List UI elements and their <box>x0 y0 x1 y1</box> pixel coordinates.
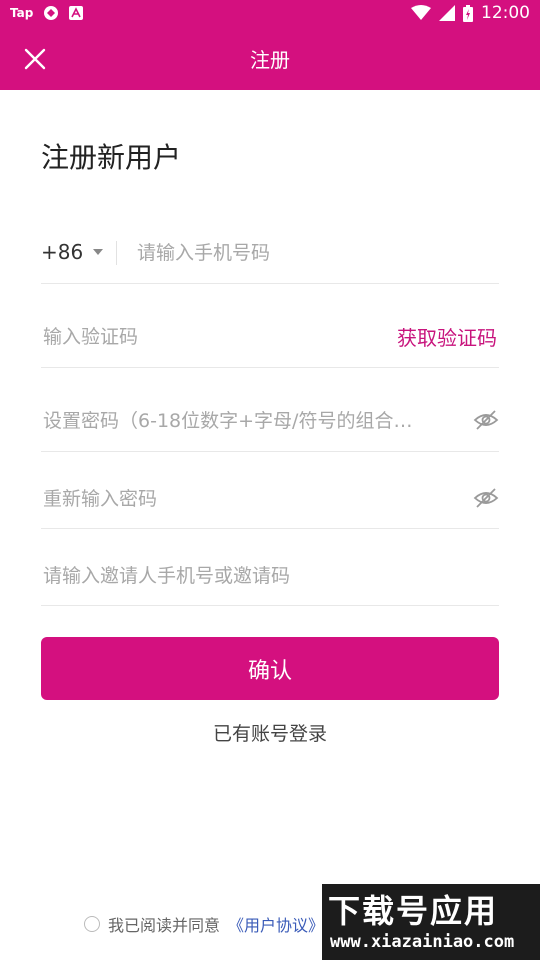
status-bar-right: 12:00 <box>411 3 530 23</box>
agreement-radio[interactable] <box>84 916 100 932</box>
password-row <box>41 390 499 452</box>
invite-input[interactable] <box>41 559 495 593</box>
page-title-bar: 注册 <box>250 48 290 72</box>
status-time: 12:00 <box>481 3 530 23</box>
app-icon <box>69 6 84 20</box>
country-code: +86 <box>41 240 84 264</box>
app-bar: 注册 <box>0 28 540 90</box>
watermark-url: www.xiazainiao.com <box>330 932 515 952</box>
status-bar-left: Tap <box>10 5 84 21</box>
code-row: 获取验证码 <box>41 306 499 368</box>
invite-row <box>41 545 499 606</box>
get-code-button[interactable]: 获取验证码 <box>397 322 497 351</box>
user-agreement-link[interactable]: 《用户协议》 <box>228 912 324 936</box>
phone-input[interactable] <box>135 236 499 270</box>
password-confirm-row <box>41 468 499 529</box>
page-title: 注册新用户 <box>41 141 182 174</box>
password-confirm-input[interactable] <box>41 482 455 516</box>
status-bar: Tap 12:00 <box>0 0 540 28</box>
watermark: 下载号应用 www.xiazainiao.com <box>322 884 540 960</box>
country-code-selector[interactable]: +86 <box>41 240 104 264</box>
verification-code-input[interactable] <box>41 320 375 354</box>
agreement-text: 我已阅读并同意 <box>108 916 221 935</box>
password-input[interactable] <box>41 404 455 438</box>
battery-icon <box>463 4 473 22</box>
signal-icon <box>439 5 455 21</box>
eye-off-icon[interactable] <box>473 407 499 433</box>
login-link[interactable]: 已有账号登录 <box>0 719 540 746</box>
watermark-title: 下载号应用 <box>328 892 499 930</box>
divider <box>116 241 117 265</box>
tap-icon: Tap <box>10 6 34 20</box>
agreement: 我已阅读并同意 《用户协议》 <box>84 912 324 936</box>
phone-row: +86 <box>41 222 499 284</box>
eye-off-icon[interactable] <box>473 485 499 511</box>
chevron-down-icon <box>93 249 104 255</box>
sync-icon <box>44 6 59 20</box>
wifi-icon <box>411 5 431 20</box>
confirm-button[interactable]: 确认 <box>41 637 499 700</box>
